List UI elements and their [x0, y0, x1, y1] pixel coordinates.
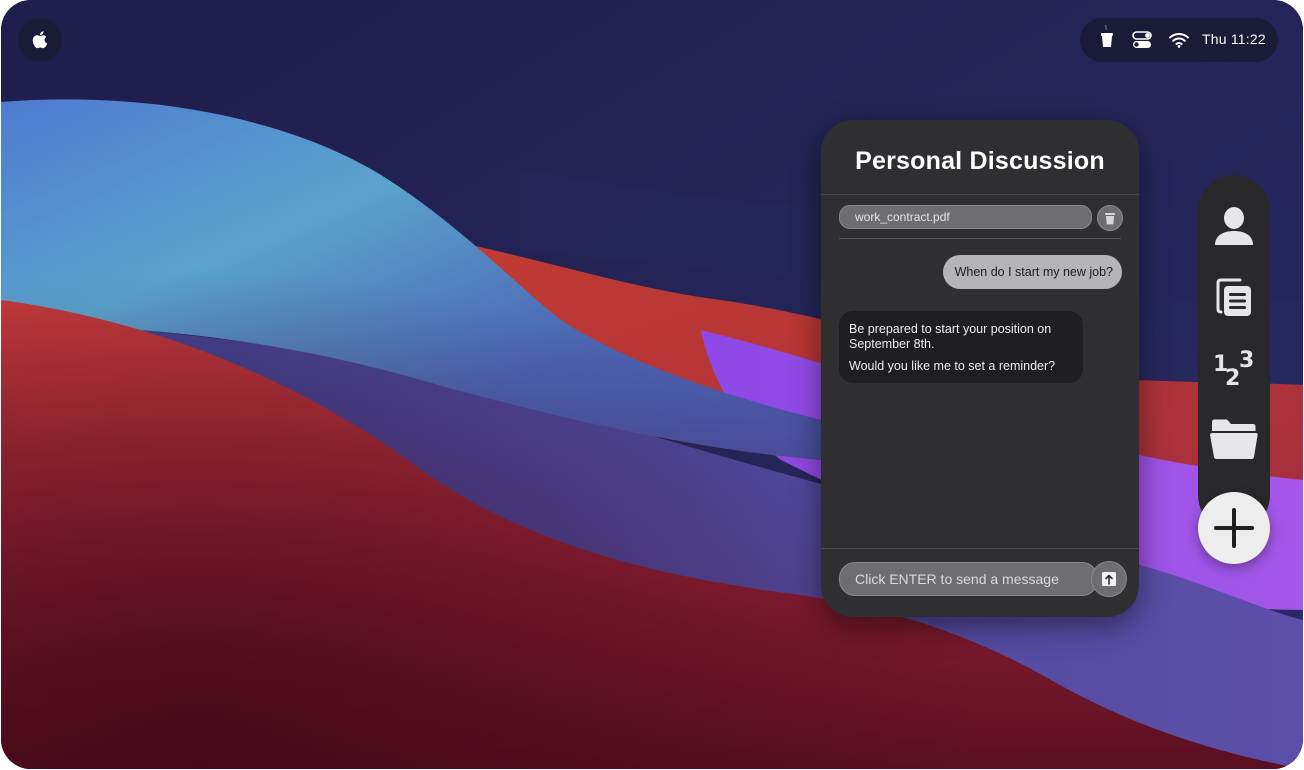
numbers-icon: 1 2 3	[1213, 348, 1254, 389]
user-message: When do I start my new job?	[942, 255, 1122, 289]
assistant-message: Be prepared to start your position on Se…	[839, 311, 1083, 383]
wifi-icon[interactable]	[1168, 30, 1190, 50]
remove-attachment-button[interactable]	[1097, 205, 1123, 231]
dock-contacts[interactable]	[1206, 197, 1262, 253]
apple-menu-button[interactable]	[18, 18, 62, 62]
user-message-text: When do I start my new job?	[954, 265, 1113, 279]
dock-files[interactable]	[1206, 411, 1262, 467]
person-icon	[1215, 207, 1253, 245]
clock[interactable]: Thu 11:22	[1202, 31, 1266, 47]
coffee-cup-icon[interactable]	[1096, 24, 1118, 50]
input-divider	[821, 548, 1139, 549]
trash-icon	[1105, 212, 1115, 224]
assistant-message-line: Would you like me to set a reminder?	[849, 359, 1056, 373]
assistant-message-line: Be prepared to start your position on Se…	[849, 322, 1052, 351]
attachment-divider	[839, 238, 1121, 239]
plus-icon	[1214, 508, 1254, 548]
message-input[interactable]: Click ENTER to send a message	[839, 562, 1098, 596]
add-button[interactable]	[1198, 492, 1270, 564]
app-dock: 1 2 3	[1198, 175, 1270, 531]
control-center-toggles-icon[interactable]	[1131, 30, 1153, 50]
documents-icon	[1216, 278, 1251, 316]
send-button[interactable]	[1091, 561, 1127, 597]
upload-arrow-icon	[1102, 572, 1116, 586]
dock-documents[interactable]	[1206, 269, 1262, 325]
chat-panel: Personal Discussion work_contract.pdf Wh…	[821, 120, 1139, 617]
chat-title: Personal Discussion	[855, 147, 1105, 175]
apple-logo-icon	[32, 31, 48, 49]
attachment-filename[interactable]: work_contract.pdf	[839, 205, 1092, 229]
folder-icon	[1210, 419, 1258, 459]
title-divider	[821, 194, 1139, 195]
status-bar: Thu 11:22	[1080, 18, 1278, 62]
dock-numbers[interactable]: 1 2 3	[1206, 339, 1262, 395]
message-input-placeholder: Click ENTER to send a message	[855, 571, 1059, 587]
svg-text:3: 3	[1239, 348, 1254, 373]
desktop: Thu 11:22 Personal Discussion work_contr…	[1, 0, 1303, 769]
